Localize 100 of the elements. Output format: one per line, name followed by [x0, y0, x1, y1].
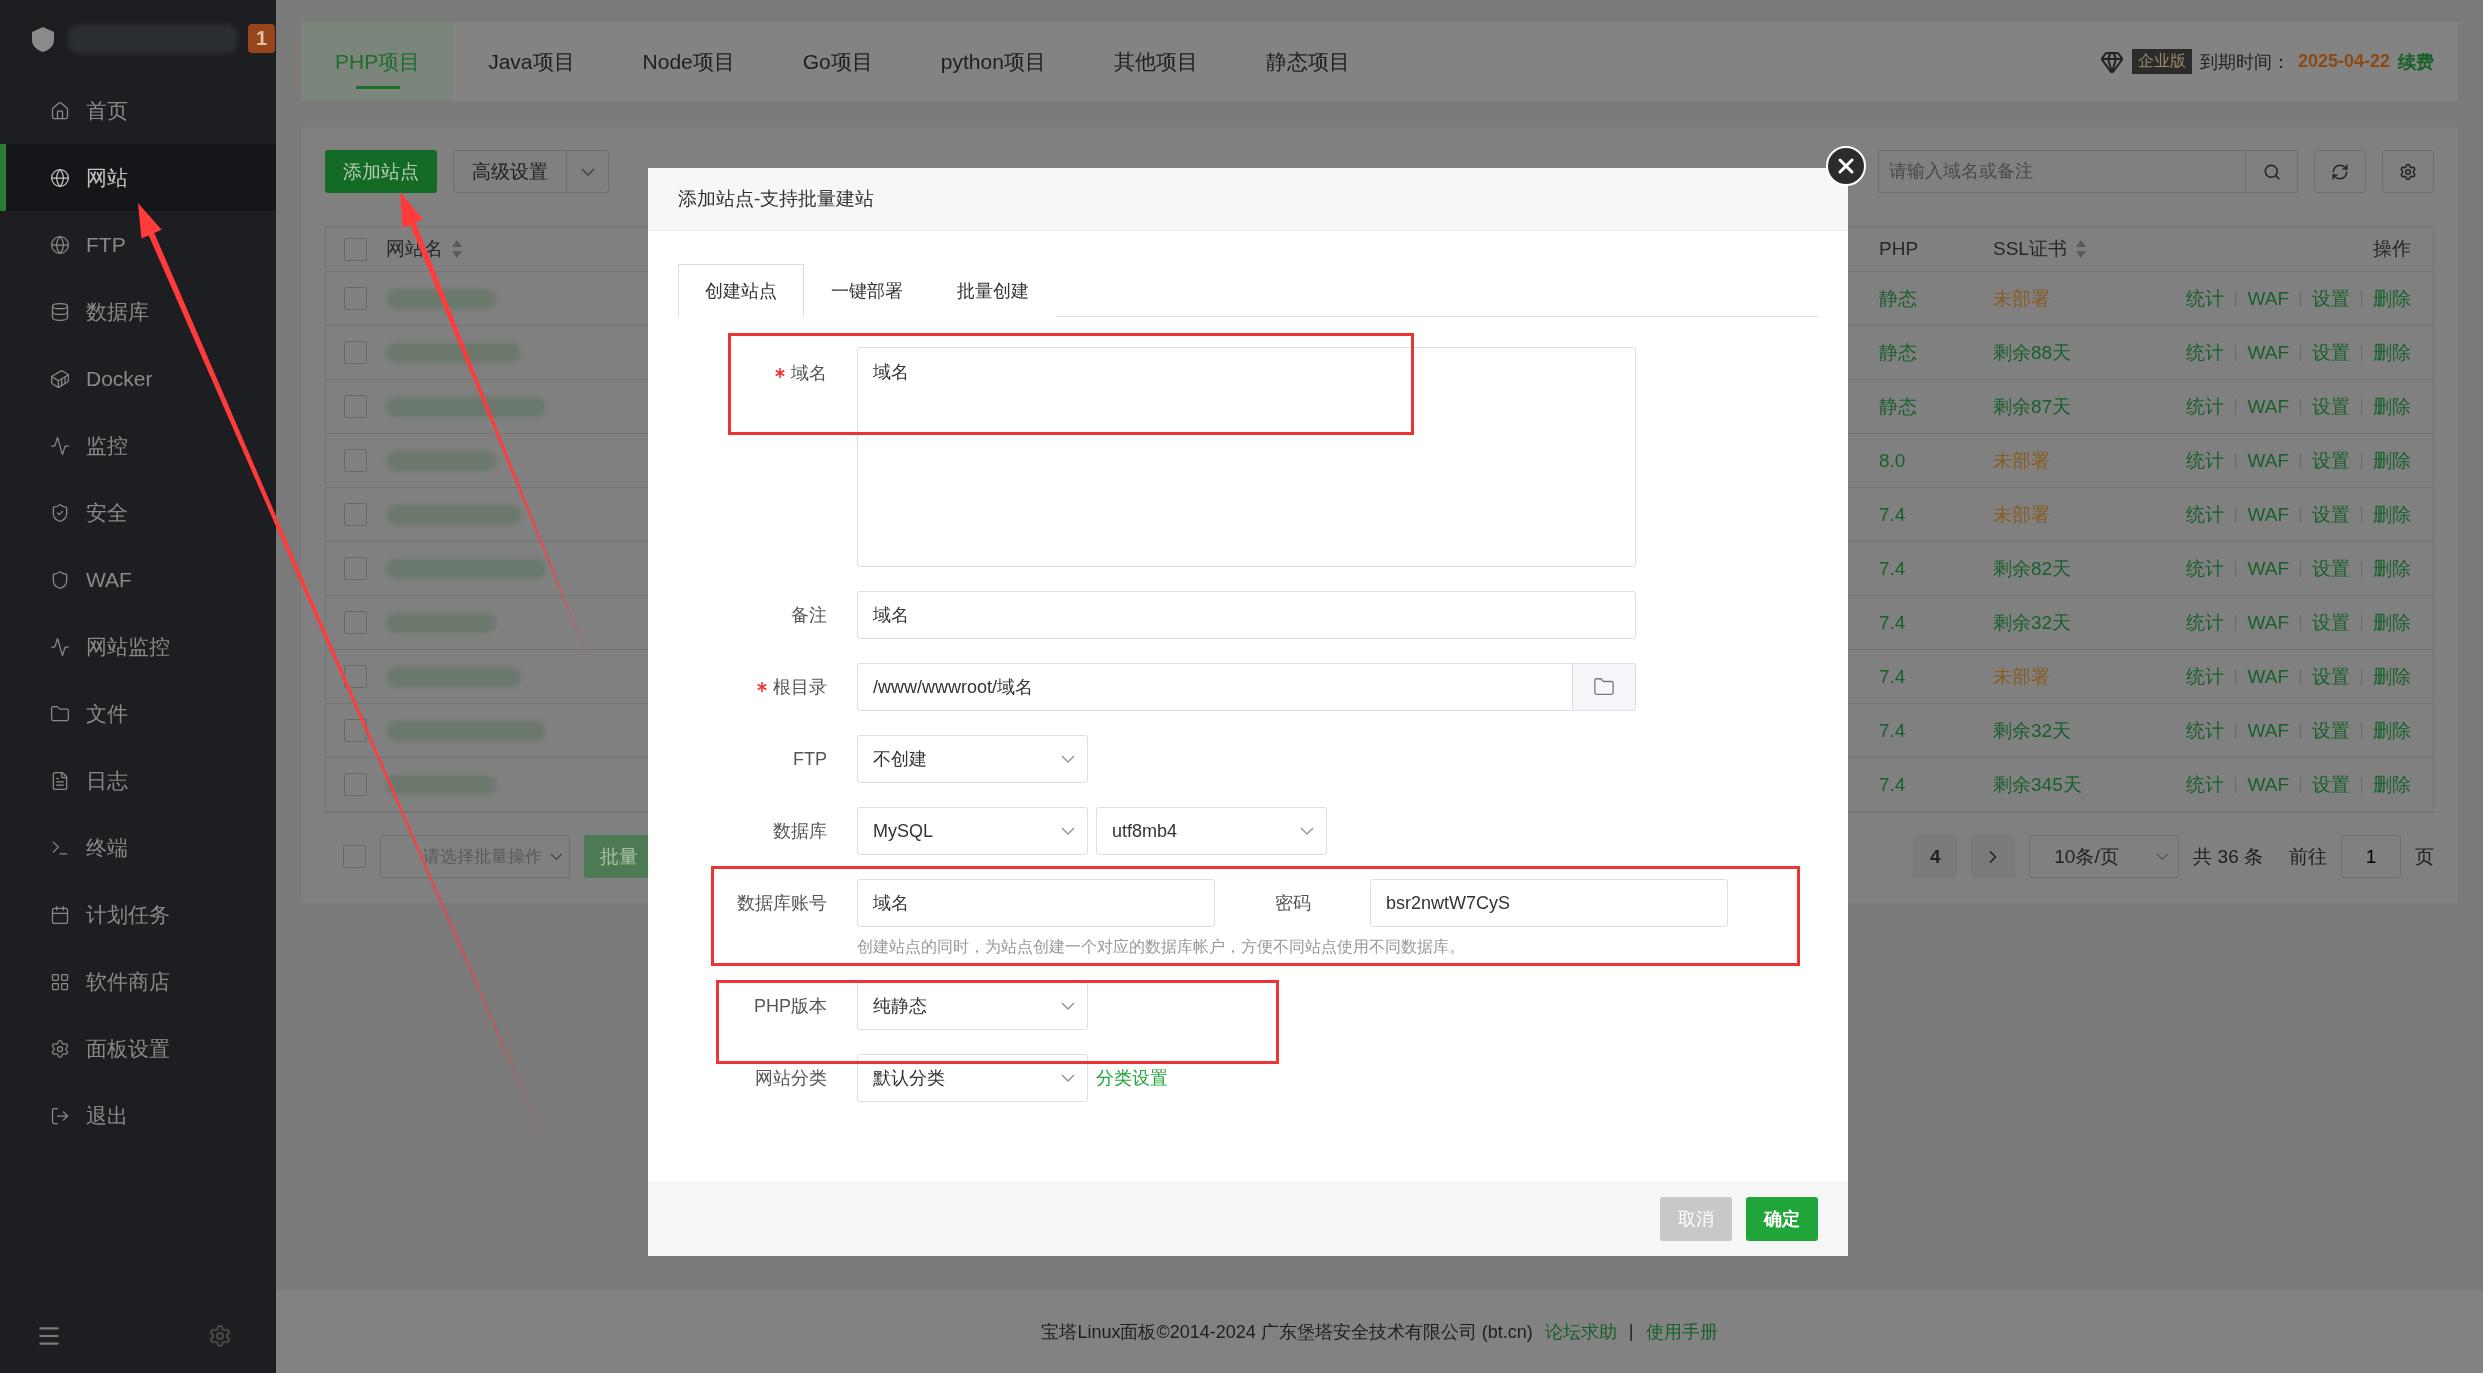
project-tab[interactable]: Node项目: [608, 22, 769, 101]
select-field[interactable]: utf8mb4: [1096, 807, 1327, 855]
row-action-link[interactable]: 删除: [2361, 290, 2411, 307]
project-tab[interactable]: Java项目: [454, 22, 609, 101]
category-settings-link[interactable]: 分类设置: [1096, 1066, 1168, 1090]
row-action-link[interactable]: 设置: [2300, 344, 2361, 361]
checkbox[interactable]: [344, 611, 367, 634]
manual-link[interactable]: 使用手册: [1645, 1319, 1718, 1344]
sidebar-item[interactable]: 数据库: [0, 278, 276, 345]
input-field[interactable]: 域名: [857, 591, 1636, 639]
select-field[interactable]: 纯静态: [857, 982, 1088, 1030]
row-action-link[interactable]: 设置: [2300, 290, 2361, 307]
input-field[interactable]: 域名: [857, 879, 1215, 927]
sidebar-item[interactable]: 软件商店: [0, 948, 276, 1015]
sidebar-item[interactable]: 首页: [0, 77, 276, 144]
row-action-link[interactable]: 删除: [2361, 722, 2411, 739]
row-action-link[interactable]: WAF: [2235, 452, 2300, 469]
sidebar-item[interactable]: WAF: [0, 546, 276, 613]
row-action-link[interactable]: 统计: [2175, 290, 2236, 307]
sidebar-item[interactable]: 网站: [0, 144, 276, 211]
checkbox[interactable]: [344, 287, 367, 310]
project-tab[interactable]: PHP项目: [301, 22, 455, 101]
row-action-link[interactable]: 删除: [2361, 614, 2411, 631]
confirm-button[interactable]: 确定: [1746, 1196, 1818, 1241]
checkbox[interactable]: [344, 237, 367, 261]
row-action-link[interactable]: 统计: [2175, 398, 2236, 415]
checkbox[interactable]: [344, 503, 367, 526]
sidebar-item[interactable]: 退出: [0, 1082, 276, 1149]
select-field[interactable]: 不创建: [857, 735, 1088, 783]
row-action-link[interactable]: 删除: [2361, 398, 2411, 415]
row-action-link[interactable]: 设置: [2300, 398, 2361, 415]
project-tab[interactable]: python项目: [906, 22, 1080, 101]
sidebar-item[interactable]: 计划任务: [0, 881, 276, 948]
dialog-tab[interactable]: 创建站点: [678, 264, 804, 317]
row-action-link[interactable]: 统计: [2175, 452, 2236, 469]
sidebar-item[interactable]: 文件: [0, 680, 276, 747]
row-action-link[interactable]: 统计: [2175, 668, 2236, 685]
row-action-link[interactable]: WAF: [2235, 668, 2300, 685]
row-action-link[interactable]: 删除: [2361, 452, 2411, 469]
checkbox[interactable]: [343, 845, 366, 868]
sort-icon[interactable]: [2074, 238, 2087, 260]
renew-link[interactable]: 续费: [2398, 49, 2434, 74]
row-action-link[interactable]: 设置: [2300, 452, 2361, 469]
row-action-link[interactable]: WAF: [2235, 290, 2300, 307]
row-action-link[interactable]: 统计: [2175, 344, 2236, 361]
row-action-link[interactable]: 删除: [2361, 560, 2411, 577]
settings-icon[interactable]: [208, 1323, 232, 1348]
row-action-link[interactable]: 统计: [2175, 560, 2236, 577]
checkbox[interactable]: [344, 395, 367, 418]
row-action-link[interactable]: 删除: [2361, 344, 2411, 361]
refresh-button[interactable]: [2314, 150, 2366, 193]
project-tab[interactable]: 静态项目: [1231, 22, 1384, 101]
notification-badge[interactable]: 1: [248, 24, 276, 53]
checkbox[interactable]: [344, 557, 367, 580]
select-field[interactable]: MySQL: [857, 807, 1088, 855]
sidebar-item[interactable]: 监控: [0, 412, 276, 479]
sidebar-item[interactable]: 安全: [0, 479, 276, 546]
sidebar-item[interactable]: 终端: [0, 814, 276, 881]
row-action-link[interactable]: WAF: [2235, 776, 2300, 793]
row-action-link[interactable]: WAF: [2235, 506, 2300, 523]
sidebar-item[interactable]: 网站监控: [0, 613, 276, 680]
domain-textarea[interactable]: 域名: [857, 347, 1636, 567]
row-action-link[interactable]: 删除: [2361, 668, 2411, 685]
search-button[interactable]: [2246, 150, 2298, 193]
sidebar-item[interactable]: 面板设置: [0, 1015, 276, 1082]
page-input[interactable]: 1: [2341, 835, 2401, 878]
sidebar-item[interactable]: FTP: [0, 211, 276, 278]
row-action-link[interactable]: 删除: [2361, 506, 2411, 523]
checkbox[interactable]: [344, 449, 367, 472]
forum-link[interactable]: 论坛求助: [1544, 1319, 1617, 1344]
row-action-link[interactable]: 删除: [2361, 776, 2411, 793]
row-action-link[interactable]: 设置: [2300, 722, 2361, 739]
row-action-link[interactable]: 设置: [2300, 614, 2361, 631]
checkbox[interactable]: [344, 773, 367, 796]
add-site-button[interactable]: 添加站点: [325, 150, 437, 193]
password-field[interactable]: bsr2nwtW7CyS: [1370, 879, 1728, 927]
folder-button[interactable]: [1573, 663, 1636, 711]
path-field[interactable]: /www/wwwroot/域名: [857, 663, 1573, 711]
checkbox[interactable]: [344, 341, 367, 364]
settings-button[interactable]: [2382, 150, 2434, 193]
row-action-link[interactable]: 统计: [2175, 722, 2236, 739]
row-action-link[interactable]: 设置: [2300, 560, 2361, 577]
row-action-link[interactable]: WAF: [2235, 614, 2300, 631]
project-tab[interactable]: 其他项目: [1079, 22, 1232, 101]
project-tab[interactable]: Go项目: [768, 22, 907, 101]
row-action-link[interactable]: 统计: [2175, 614, 2236, 631]
row-action-link[interactable]: WAF: [2235, 560, 2300, 577]
sidebar-item[interactable]: 日志: [0, 747, 276, 814]
row-action-link[interactable]: 设置: [2300, 776, 2361, 793]
row-action-link[interactable]: 统计: [2175, 506, 2236, 523]
next-page-button[interactable]: [1971, 835, 2016, 878]
page-button[interactable]: 4: [1913, 835, 1958, 878]
page-size-select[interactable]: 10条/页: [2029, 835, 2180, 878]
sort-icon[interactable]: [451, 238, 463, 260]
row-action-link[interactable]: 设置: [2300, 506, 2361, 523]
sidebar-item[interactable]: Docker: [0, 345, 276, 412]
row-action-link[interactable]: WAF: [2235, 344, 2300, 361]
row-action-link[interactable]: WAF: [2235, 722, 2300, 739]
row-action-link[interactable]: 统计: [2175, 776, 2236, 793]
row-action-link[interactable]: WAF: [2235, 398, 2300, 415]
